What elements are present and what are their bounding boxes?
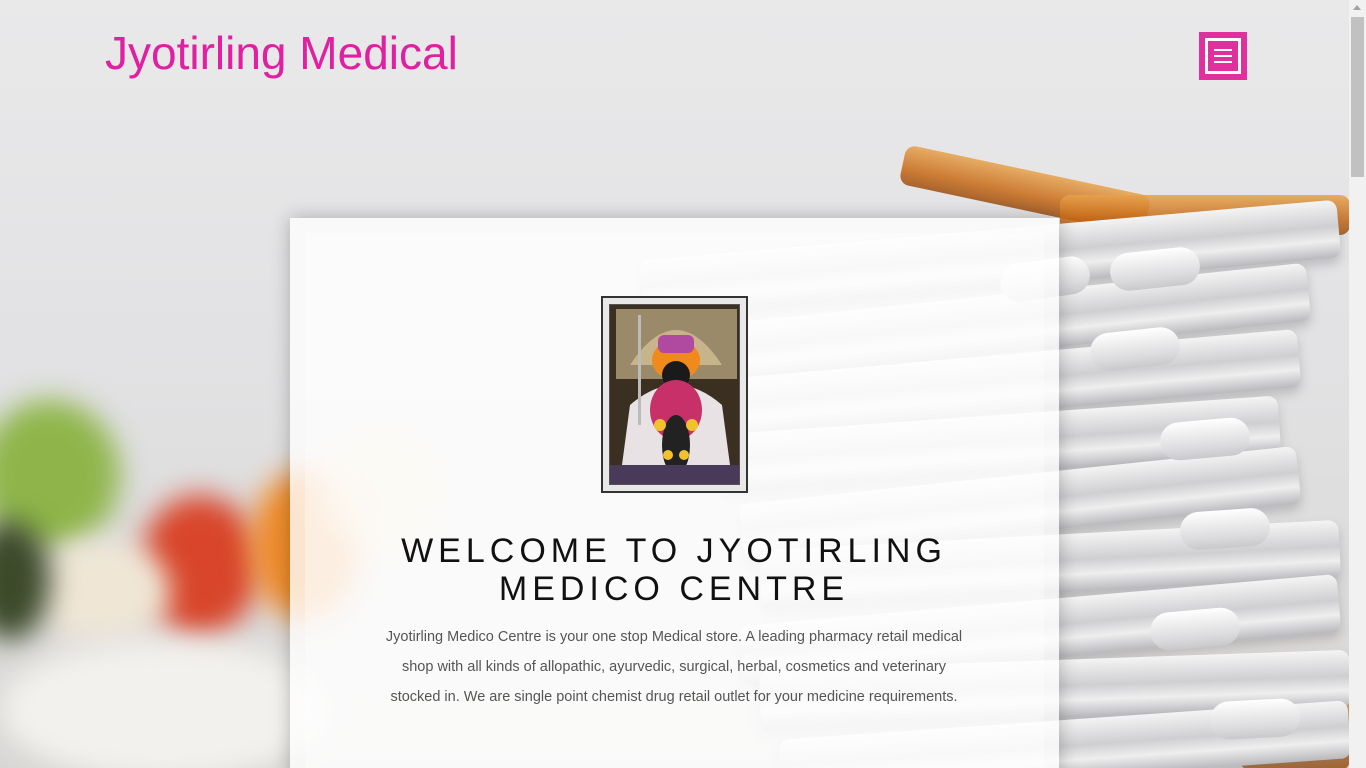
welcome-description: Jyotirling Medico Centre is your one sto…	[385, 629, 963, 705]
site-title[interactable]: Jyotirling Medical	[105, 26, 458, 80]
welcome-heading: WELCOME TO JYOTIRLING MEDICO CENTRE	[401, 532, 947, 608]
scroll-up-arrow-icon[interactable]	[1353, 5, 1361, 10]
scrollbar-thumb[interactable]	[1351, 17, 1364, 177]
menu-toggle-button[interactable]	[1199, 32, 1247, 80]
deity-image	[609, 304, 740, 485]
page-scrollbar[interactable]	[1349, 0, 1366, 768]
deity-photo	[601, 296, 748, 493]
